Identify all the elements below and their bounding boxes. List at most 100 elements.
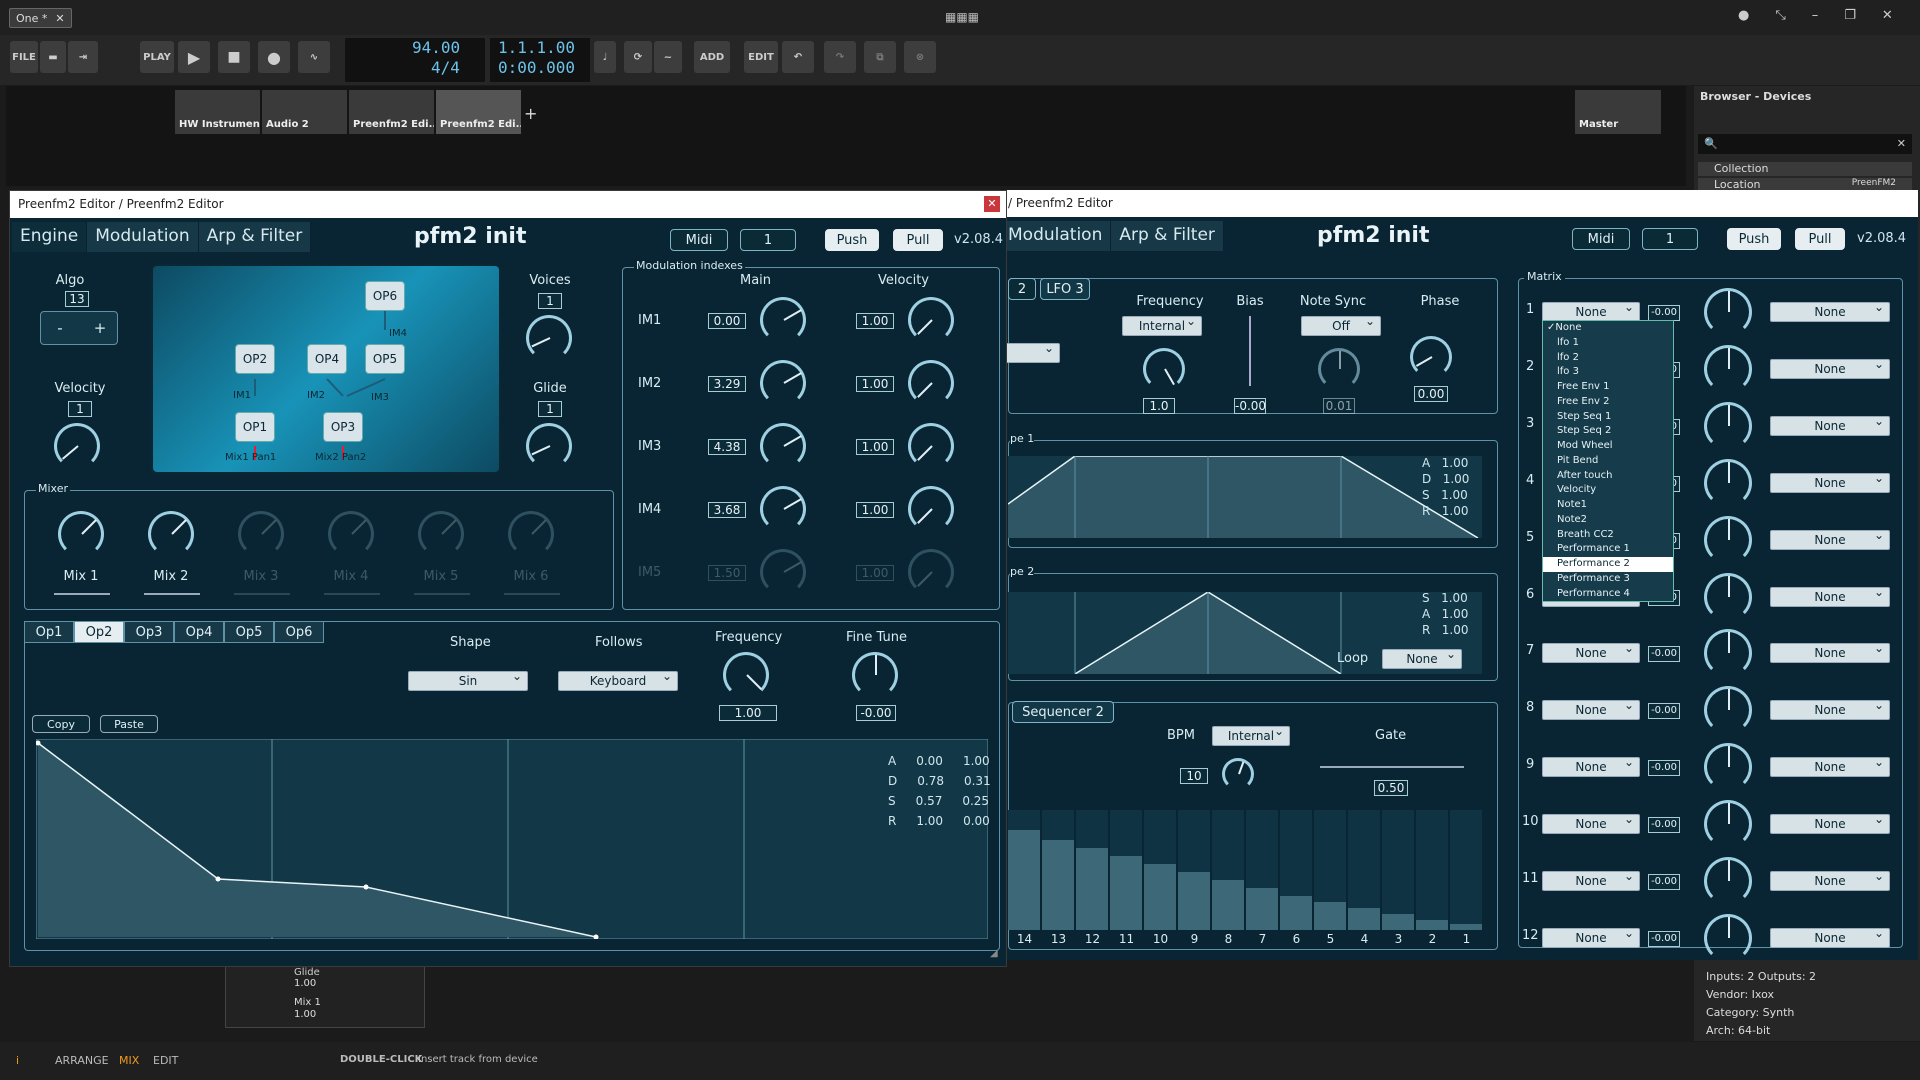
adsr-time-value[interactable]: 0.78 — [917, 771, 944, 791]
mix-2-knob[interactable] — [148, 511, 194, 557]
dropdown-option[interactable]: Performance 3 — [1543, 572, 1673, 587]
matrix-destination-select[interactable]: None — [1770, 414, 1890, 436]
lfo-tab-2[interactable]: 2 — [1008, 278, 1036, 300]
dropdown-option[interactable]: Free Env 1 — [1543, 380, 1673, 395]
matrix-amount-knob[interactable] — [1704, 572, 1752, 621]
matrix-amount-knob[interactable] — [1704, 913, 1752, 962]
algo-decrement-button[interactable]: - — [50, 319, 70, 337]
minimize-icon[interactable]: – — [1812, 8, 1819, 23]
midi-button[interactable]: Midi — [670, 229, 728, 251]
bias-slider[interactable] — [1249, 316, 1251, 386]
dropdown-option[interactable]: lfo 2 — [1543, 351, 1673, 366]
step-bar[interactable] — [1382, 810, 1415, 930]
matrix-source-select[interactable]: None — [1542, 641, 1640, 664]
gate-slider[interactable] — [1320, 766, 1464, 768]
op5-node[interactable]: OP5 — [365, 344, 405, 374]
im-main-value[interactable]: 0.00 — [708, 313, 746, 329]
midi-button[interactable]: Midi — [1572, 228, 1630, 250]
matrix-destination-select[interactable]: None — [1770, 869, 1890, 891]
adsr-level-value[interactable]: 0.31 — [964, 771, 991, 791]
copy-icon[interactable]: ⧉ — [864, 41, 896, 73]
close-icon[interactable]: ✕ — [55, 12, 64, 25]
mix-4-knob[interactable] — [328, 511, 374, 557]
matrix-amount-knob[interactable] — [1704, 800, 1752, 849]
add-button[interactable]: ADD — [694, 41, 730, 73]
dropdown-option[interactable]: Note1 — [1543, 498, 1673, 513]
follows-select[interactable]: Keyboard — [558, 669, 678, 691]
position-display[interactable]: 1.1.1.00 0:00.000 — [490, 38, 590, 82]
redo-icon[interactable]: ↷ — [824, 41, 856, 73]
matrix-amount-value[interactable]: -0.00 — [1648, 703, 1680, 720]
bpm-select[interactable]: Internal — [1212, 724, 1290, 746]
im-velocity-value[interactable]: 1.00 — [856, 502, 894, 518]
file-button[interactable]: FILE — [10, 41, 38, 73]
matrix-source-select[interactable]: None — [1542, 755, 1640, 778]
undo-icon[interactable]: ↶ — [782, 41, 814, 73]
matrix-destination-select[interactable]: None — [1770, 812, 1890, 835]
phase-knob[interactable] — [1410, 336, 1452, 378]
step-bar[interactable] — [1416, 810, 1449, 930]
dropdown-option[interactable]: Pit Bend — [1543, 454, 1673, 469]
dropdown-option[interactable]: lfo 3 — [1543, 365, 1673, 380]
source-dropdown-menu[interactable]: ✓None lfo 1 lfo 2 lfo 3 Free Env 1 Free Env 2… — [1542, 320, 1674, 602]
matrix-source-select[interactable]: None — [1542, 812, 1640, 835]
env2-r-value[interactable]: 1.00 — [1442, 623, 1469, 637]
fine-tune-value[interactable]: -0.00 — [856, 705, 896, 721]
matrix-amount-knob[interactable] — [1704, 515, 1752, 564]
adsr-level-value[interactable]: 1.00 — [963, 751, 990, 771]
matrix-source-select[interactable]: None — [1542, 926, 1640, 948]
adsr-time-value[interactable]: 0.57 — [916, 791, 943, 811]
bpm-value[interactable]: 10 — [1180, 768, 1208, 784]
sync-value[interactable]: 0.01 — [1323, 398, 1355, 414]
matrix-amount-knob[interactable] — [1704, 458, 1752, 507]
tab-arp-filter[interactable]: Arp & Filter — [1111, 221, 1224, 251]
matrix-destination-select[interactable]: None — [1770, 926, 1890, 948]
maximize-icon[interactable]: ❐ — [1844, 8, 1856, 23]
stop-icon[interactable]: ■ — [218, 41, 250, 73]
bias-value[interactable]: -0.00 — [1234, 398, 1266, 414]
lfo-shape-select[interactable] — [1000, 341, 1060, 363]
matrix-destination-select[interactable]: None — [1770, 357, 1890, 379]
env1-s-value[interactable]: 1.00 — [1441, 488, 1468, 502]
env1-a-value[interactable]: 1.00 — [1442, 456, 1469, 470]
matrix-amount-value[interactable]: -0.00 — [1648, 305, 1680, 321]
im-main-value[interactable]: 3.29 — [708, 376, 746, 392]
matrix-amount-knob[interactable] — [1704, 857, 1752, 905]
dropdown-option[interactable]: Note2 — [1543, 513, 1673, 528]
edit-button[interactable]: EDIT — [744, 41, 778, 73]
dropdown-option[interactable]: Step Seq 2 — [1543, 424, 1673, 439]
im-main-value[interactable]: 3.68 — [708, 502, 746, 518]
browser-search-input[interactable]: 🔍 ✕ — [1698, 134, 1912, 154]
frequency-select[interactable]: Internal — [1122, 314, 1202, 336]
matrix-source-select[interactable]: None — [1542, 869, 1640, 891]
matrix-amount-knob[interactable] — [1704, 344, 1752, 393]
tab-engine[interactable]: Engine — [12, 222, 88, 252]
op4-node[interactable]: OP4 — [307, 344, 347, 374]
dropdown-option[interactable]: Mod Wheel — [1543, 439, 1673, 454]
glide-value[interactable]: 1 — [538, 401, 562, 417]
op6-node[interactable]: OP6 — [365, 281, 405, 311]
velocity-knob[interactable] — [54, 423, 100, 469]
master-track-header[interactable]: Master — [1575, 90, 1661, 134]
op-frequency-knob[interactable] — [723, 652, 769, 698]
im-velocity-knob[interactable] — [908, 360, 954, 406]
adsr-level-value[interactable]: 0.25 — [962, 791, 989, 811]
tempo-value[interactable]: 94.00 — [412, 38, 460, 57]
glide-knob[interactable] — [526, 423, 572, 469]
tab-arp-filter[interactable]: Arp & Filter — [198, 222, 312, 252]
im-velocity-value[interactable]: 1.00 — [856, 439, 894, 455]
document-tab[interactable]: One * ✕ — [9, 8, 72, 28]
voices-knob[interactable] — [526, 315, 572, 361]
track-header[interactable]: Preenfm2 Edi... — [436, 90, 521, 134]
preset-name[interactable]: pfm2 init — [1317, 223, 1429, 248]
punch-icon[interactable]: ~ — [654, 41, 682, 73]
tempo-display[interactable]: 94.00 4/4 — [345, 38, 485, 82]
matrix-amount-knob[interactable] — [1704, 401, 1752, 450]
import-icon[interactable]: ⇥ — [68, 41, 98, 73]
mix-6-knob[interactable] — [508, 511, 554, 557]
matrix-destination-select[interactable]: None — [1770, 585, 1890, 607]
tab-op5[interactable]: Op5 — [224, 621, 274, 643]
delete-icon[interactable]: ⊗ — [904, 41, 936, 73]
automation-icon[interactable]: ∿ — [298, 41, 330, 73]
algo-increment-button[interactable]: + — [90, 319, 110, 337]
